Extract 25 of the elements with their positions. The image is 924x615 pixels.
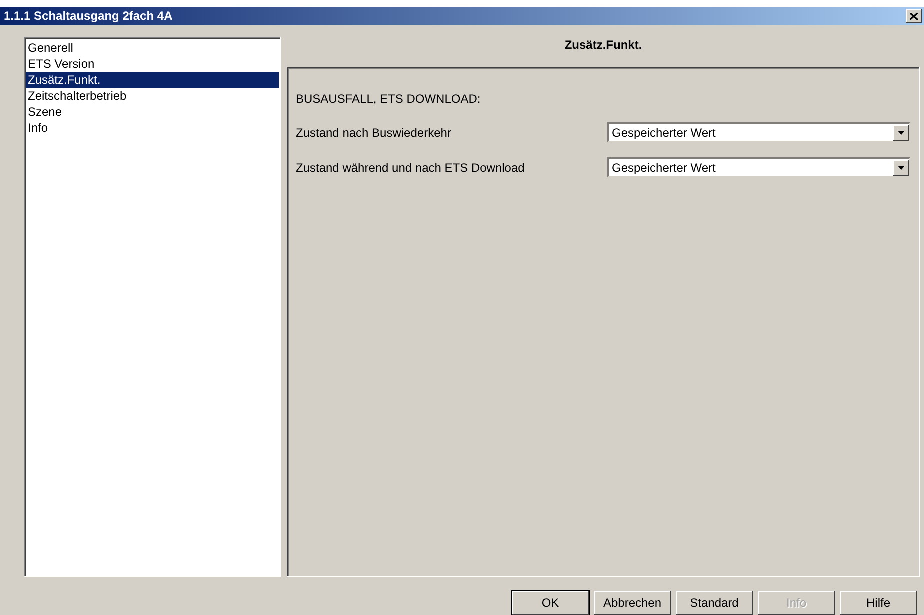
parameter-label: Zustand nach Buswiederkehr bbox=[296, 124, 452, 142]
dropdown-button[interactable] bbox=[893, 160, 909, 176]
dialog-button[interactable]: Abbrechen bbox=[594, 591, 671, 615]
dialog-button[interactable]: Hilfe bbox=[840, 591, 917, 615]
parameter-label: Zustand während und nach ETS Download bbox=[296, 160, 525, 176]
dropdown-value: Gespeicherter Wert bbox=[612, 160, 716, 176]
close-button[interactable] bbox=[906, 9, 922, 23]
dialog-button[interactable]: OK bbox=[512, 591, 589, 615]
list-item[interactable]: Szene bbox=[26, 104, 279, 120]
dropdown[interactable]: Gespeicherter Wert bbox=[607, 122, 911, 143]
dialog-button[interactable]: Standard bbox=[676, 591, 753, 615]
caret-icon bbox=[898, 166, 904, 170]
close-icon bbox=[910, 12, 918, 20]
dropdown[interactable]: Gespeicherter Wert bbox=[607, 157, 911, 178]
dropdown-button[interactable] bbox=[893, 124, 909, 140]
window-title: 1.1.1 Schaltausgang 2fach 4A bbox=[4, 8, 173, 25]
list-item[interactable]: Info bbox=[26, 120, 279, 136]
dropdown-value: Gespeicherter Wert bbox=[612, 124, 716, 142]
list-item[interactable]: Zusätz.Funkt. bbox=[26, 72, 279, 88]
list-item[interactable]: Zeitschalterbetrieb bbox=[26, 88, 279, 104]
section-heading: BUSAUSFALL, ETS DOWNLOAD: bbox=[296, 91, 482, 108]
list-item[interactable]: Generell bbox=[26, 40, 279, 56]
list-item[interactable]: ETS Version bbox=[26, 56, 279, 72]
caret-icon bbox=[898, 130, 904, 134]
page-title: Zusätz.Funkt. bbox=[564, 37, 644, 54]
